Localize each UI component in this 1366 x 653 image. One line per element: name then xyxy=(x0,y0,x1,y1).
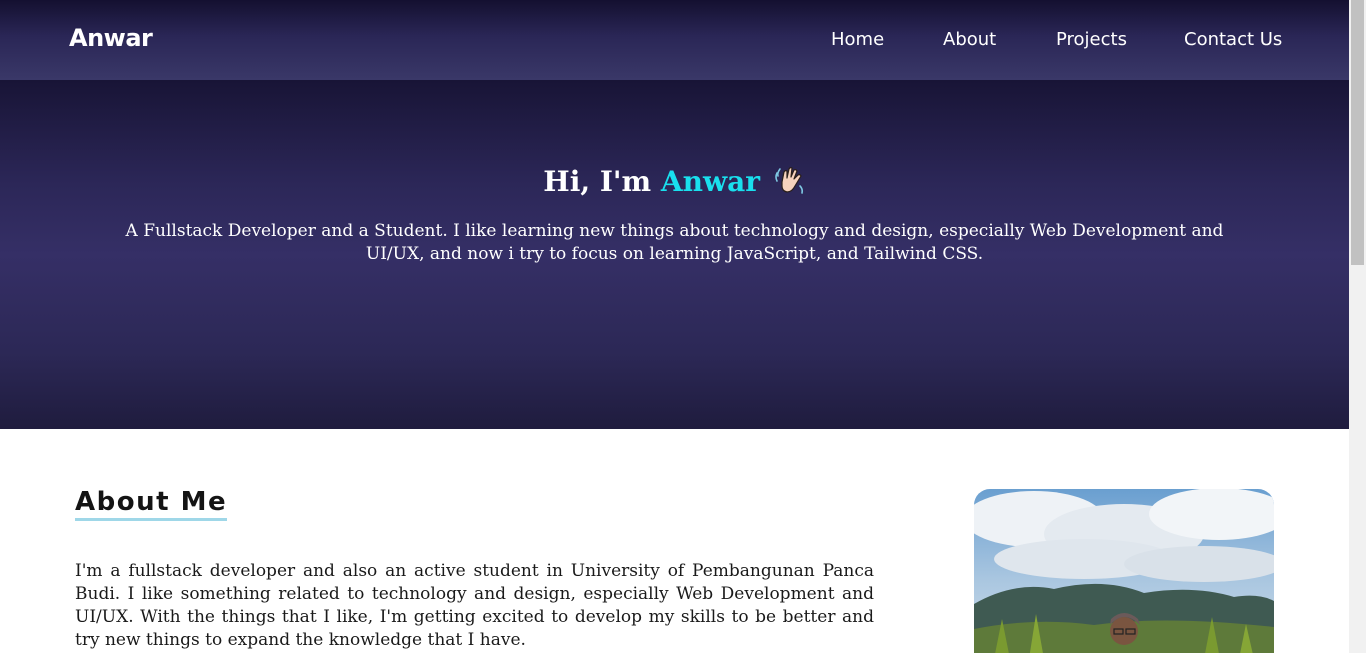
hero-section: Hi, I'm Anwar A Fullstack Developer and … xyxy=(0,80,1349,429)
profile-photo xyxy=(974,489,1274,653)
hero-title: Hi, I'm Anwar xyxy=(0,164,1349,198)
nav-link-about[interactable]: About xyxy=(943,29,996,50)
about-title: About Me xyxy=(75,486,228,521)
hero-greeting: Hi, I'm xyxy=(543,165,661,198)
nav-link-home[interactable]: Home xyxy=(831,29,884,50)
navbar: Anwar Home About Projects Contact Us xyxy=(0,0,1349,80)
waving-hand-icon xyxy=(774,164,806,196)
about-text: I'm a fullstack developer and also an ac… xyxy=(75,561,874,650)
nav-link-projects[interactable]: Projects xyxy=(1056,29,1127,50)
page-scrollbar-thumb[interactable] xyxy=(1351,0,1364,265)
hero-description: A Fullstack Developer and a Student. I l… xyxy=(125,221,1224,264)
hero-name: Anwar xyxy=(660,165,760,198)
nav-link-contact-us[interactable]: Contact Us xyxy=(1184,29,1282,50)
brand-logo[interactable]: Anwar xyxy=(69,24,153,52)
